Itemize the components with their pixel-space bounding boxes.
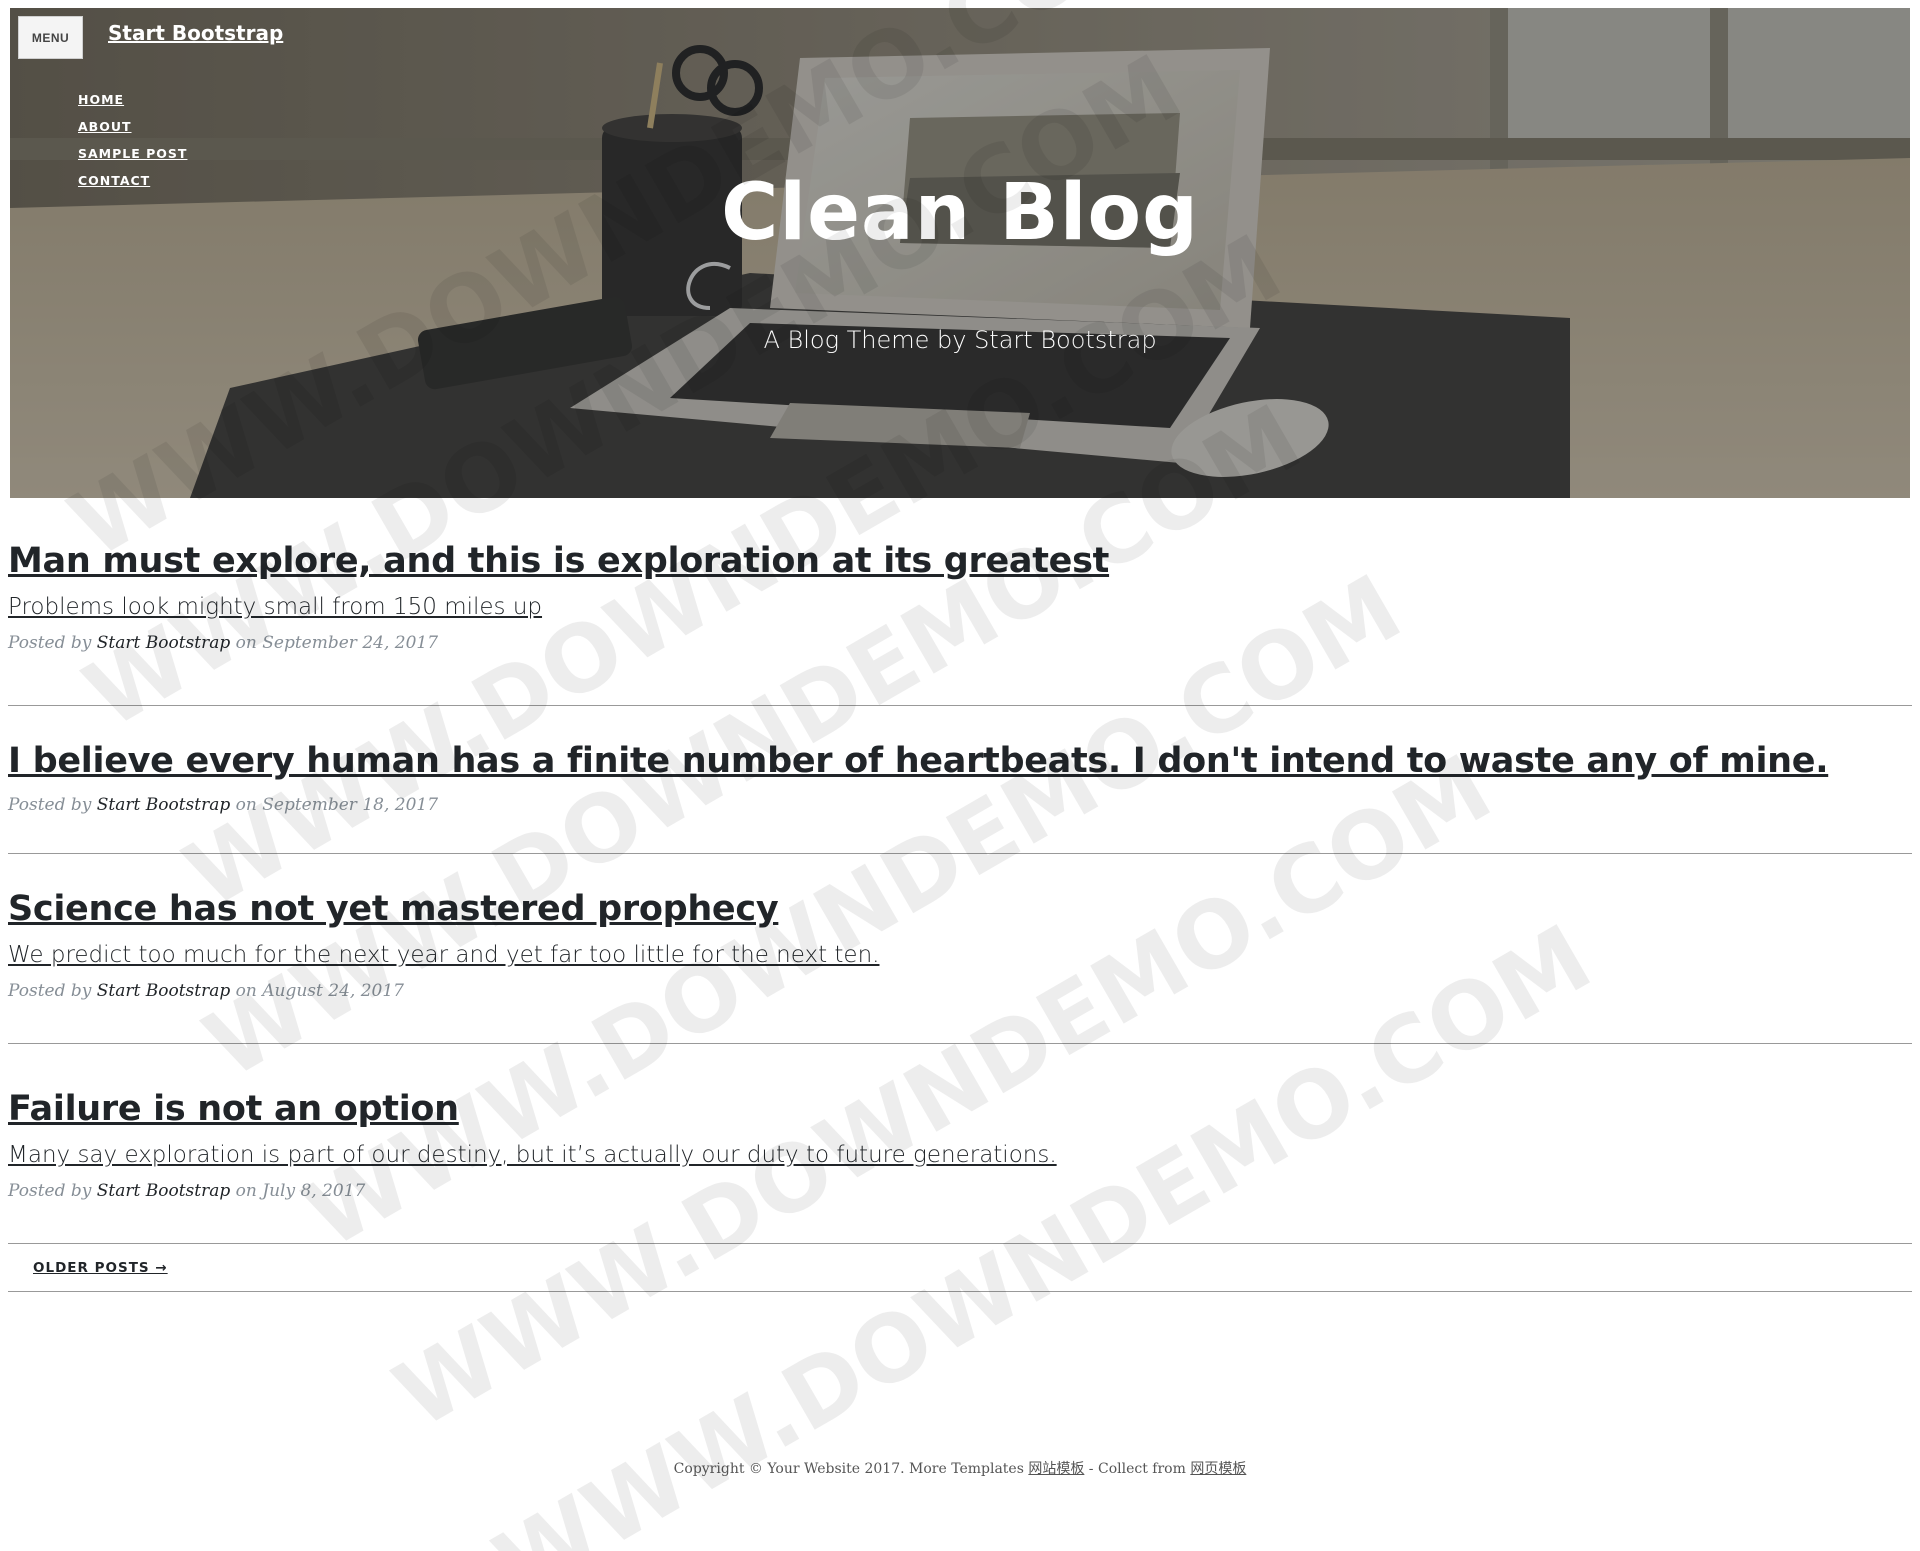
nav-link-sample-post[interactable]: SAMPLE POST	[78, 146, 187, 161]
nav-item-home: HOME	[78, 86, 187, 113]
post-meta-on: on	[230, 1181, 263, 1201]
site-subheading: A Blog Theme by Start Bootstrap	[763, 326, 1157, 354]
post-author: Start Bootstrap	[96, 981, 231, 1001]
nav-link-home[interactable]: HOME	[78, 92, 124, 107]
footer-link-templates[interactable]: 网站模板	[1028, 1461, 1084, 1477]
older-posts-button[interactable]: OLDER POSTS →	[33, 1260, 168, 1276]
footer-separator: - Collect from	[1084, 1461, 1191, 1477]
post-date: September 18, 2017	[262, 795, 439, 815]
post-meta: Posted by Start Bootstrap on September 1…	[8, 795, 1912, 815]
nav-item-about: ABOUT	[78, 113, 187, 140]
post-title-link[interactable]: I believe every human has a finite numbe…	[8, 740, 1912, 782]
post-subtitle-link[interactable]: We predict too much for the next year an…	[8, 942, 1912, 968]
post-author: Start Bootstrap	[96, 795, 231, 815]
copyright-text: Copyright © Your Website 2017. More Temp…	[673, 1461, 1029, 1477]
post-title-link[interactable]: Science has not yet mastered prophecy	[8, 888, 1912, 930]
post-preview: Failure is not an option Many say explor…	[8, 1044, 1912, 1244]
post-date: September 24, 2017	[262, 633, 439, 653]
post-list: Man must explore, and this is exploratio…	[8, 540, 1912, 1244]
post-subtitle-link[interactable]: Problems look mighty small from 150 mile…	[8, 594, 1912, 620]
post-meta: Posted by Start Bootstrap on September 2…	[8, 633, 1912, 653]
post-meta-on: on	[230, 795, 263, 815]
post-meta-prefix: Posted by	[8, 795, 97, 815]
post-title-link[interactable]: Failure is not an option	[8, 1088, 1912, 1130]
post-subtitle-link[interactable]: Many say exploration is part of our dest…	[8, 1142, 1912, 1168]
post-meta-prefix: Posted by	[8, 633, 97, 653]
navbar-brand[interactable]: Start Bootstrap	[108, 21, 283, 45]
post-date: August 24, 2017	[262, 981, 404, 1001]
post-title-link[interactable]: Man must explore, and this is exploratio…	[8, 540, 1912, 582]
nav-link-about[interactable]: ABOUT	[78, 119, 132, 134]
nav-item-sample-post: SAMPLE POST	[78, 140, 187, 167]
post-preview: Man must explore, and this is exploratio…	[8, 540, 1912, 706]
footer-link-collect[interactable]: 网页模板	[1190, 1461, 1246, 1477]
post-meta-prefix: Posted by	[8, 1181, 97, 1201]
pager: OLDER POSTS →	[8, 1244, 1912, 1292]
post-author: Start Bootstrap	[96, 633, 231, 653]
post-author: Start Bootstrap	[96, 1181, 231, 1201]
footer: Copyright © Your Website 2017. More Temp…	[0, 1458, 1920, 1478]
post-meta-on: on	[230, 633, 263, 653]
post-meta: Posted by Start Bootstrap on July 8, 201…	[8, 1181, 1912, 1201]
post-meta-on: on	[230, 981, 263, 1001]
post-date: July 8, 2017	[262, 1181, 366, 1201]
post-meta-prefix: Posted by	[8, 981, 97, 1001]
site-heading: Clean Blog	[721, 168, 1199, 258]
post-preview: Science has not yet mastered prophecy We…	[8, 854, 1912, 1044]
masthead: MENU Start Bootstrap HOME ABOUT SAMPLE P…	[10, 8, 1910, 498]
post-preview: I believe every human has a finite numbe…	[8, 706, 1912, 854]
menu-button[interactable]: MENU	[18, 16, 83, 59]
post-meta: Posted by Start Bootstrap on August 24, …	[8, 981, 1912, 1001]
